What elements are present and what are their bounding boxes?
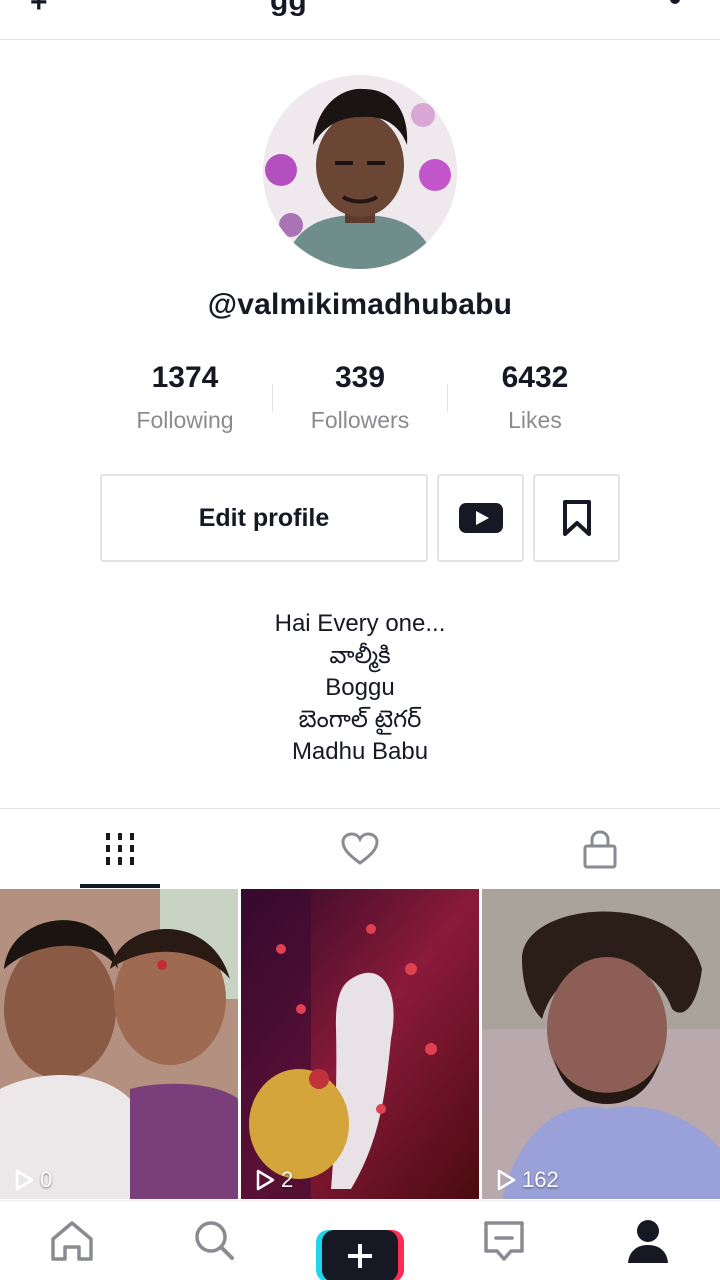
- likes-stat[interactable]: 6432 Likes: [447, 358, 623, 442]
- play-icon: [256, 1169, 275, 1191]
- grid-icon: [106, 833, 134, 865]
- top-bar: + gg: [0, 0, 720, 40]
- video-thumbnail-image: [482, 889, 720, 1199]
- username: @valmikimadhubabu: [207, 288, 513, 321]
- create-button[interactable]: [316, 1230, 404, 1280]
- content-tabs: [0, 808, 720, 888]
- followers-count: 339: [334, 361, 386, 394]
- tab-private[interactable]: [480, 809, 720, 889]
- bio-line: బెంగాల్ టైగర్: [298, 706, 422, 733]
- followers-stat[interactable]: 339 Followers: [272, 358, 448, 442]
- nav-inbox[interactable]: [474, 1219, 534, 1269]
- view-count-value: 0: [40, 1167, 53, 1192]
- play-icon: [497, 1169, 516, 1191]
- likes-count: 6432: [501, 361, 569, 394]
- edit-profile-button[interactable]: Edit profile: [100, 474, 428, 562]
- following-stat[interactable]: 1374 Following: [97, 358, 273, 442]
- view-count: 162: [496, 1167, 559, 1193]
- lock-icon: [583, 830, 617, 869]
- video-thumbnail[interactable]: 2: [241, 889, 479, 1199]
- youtube-button[interactable]: [437, 474, 524, 562]
- active-tab-indicator: [80, 884, 160, 888]
- search-icon: [195, 1221, 234, 1260]
- nav-discover[interactable]: [185, 1219, 245, 1269]
- tab-liked[interactable]: [240, 809, 480, 889]
- tab-videos[interactable]: [0, 809, 240, 889]
- followers-label: Followers: [310, 407, 410, 433]
- plus-icon: [316, 1230, 404, 1280]
- bio-line: Madhu Babu: [291, 738, 429, 765]
- view-count: 2: [255, 1167, 293, 1193]
- view-count: 0: [14, 1167, 52, 1193]
- likes-label: Likes: [508, 407, 562, 433]
- video-thumbnail[interactable]: 162: [482, 889, 720, 1199]
- bottom-nav: [0, 1200, 720, 1280]
- bio: Hai Every one... వాల్మీకి Boggu బెంగాల్ …: [0, 608, 720, 768]
- inbox-icon: [484, 1221, 524, 1261]
- more-options-icon[interactable]: [670, 0, 680, 4]
- page-title: gg: [270, 0, 307, 17]
- youtube-icon: [458, 503, 503, 533]
- play-icon: [15, 1169, 34, 1191]
- bio-line: Hai Every one...: [274, 610, 446, 637]
- profile-icon: [628, 1220, 668, 1263]
- bio-line: Boggu: [325, 674, 395, 701]
- video-thumbnail-image: [241, 889, 479, 1199]
- nav-home[interactable]: [42, 1219, 102, 1269]
- following-count: 1374: [151, 361, 219, 394]
- favorites-button[interactable]: [533, 474, 620, 562]
- bio-line: వాల్మీకి: [329, 642, 391, 669]
- following-label: Following: [136, 407, 234, 433]
- view-count-value: 162: [522, 1167, 559, 1192]
- bookmark-icon: [562, 500, 591, 536]
- heart-icon: [341, 832, 379, 865]
- avatar[interactable]: [263, 75, 457, 269]
- view-count-value: 2: [281, 1167, 294, 1192]
- video-thumbnail-image: [0, 889, 238, 1199]
- home-icon: [51, 1221, 93, 1261]
- add-user-icon[interactable]: +: [30, 0, 48, 20]
- nav-profile[interactable]: [618, 1219, 678, 1269]
- video-grid: 0 2 162: [0, 889, 720, 1199]
- video-thumbnail[interactable]: 0: [0, 889, 238, 1199]
